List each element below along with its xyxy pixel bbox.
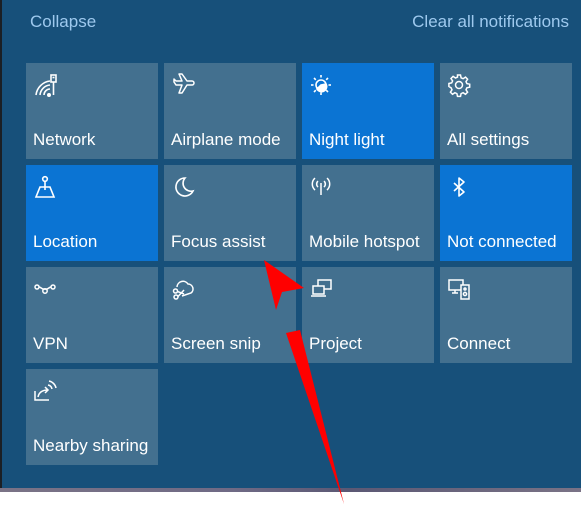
tile-label: Network (33, 130, 96, 149)
hotspot-icon (309, 175, 335, 201)
tile-label: Connect (447, 334, 511, 353)
network-icon (33, 73, 59, 99)
tile-location[interactable]: Location (26, 165, 158, 261)
tile-bluetooth[interactable]: Not connected (440, 165, 572, 261)
location-icon (33, 175, 59, 201)
tile-label: Nearby sharing (33, 436, 149, 455)
bluetooth-icon (447, 175, 473, 201)
tile-focus-assist[interactable]: Focus assist (164, 165, 296, 261)
tile-label: Project (309, 334, 362, 353)
tile-project[interactable]: Project (302, 267, 434, 363)
project-icon (309, 277, 335, 303)
taskbar-edge (0, 488, 581, 492)
tile-label: Screen snip (171, 334, 261, 353)
gear-icon (447, 73, 473, 99)
tile-vpn[interactable]: VPN (26, 267, 158, 363)
tile-screen-snip[interactable]: Screen snip (164, 267, 296, 363)
tile-label: VPN (33, 334, 68, 353)
tile-label: Not connected (447, 232, 557, 251)
clear-all-notifications-link[interactable]: Clear all notifications (412, 12, 569, 32)
nearby-sharing-icon (33, 379, 59, 405)
tile-all-settings[interactable]: All settings (440, 63, 572, 159)
tile-airplane-mode[interactable]: Airplane mode (164, 63, 296, 159)
tile-network[interactable]: Network (26, 63, 158, 159)
connect-icon (447, 277, 473, 303)
tile-nearby-sharing[interactable]: Nearby sharing (26, 369, 158, 465)
night-light-icon (309, 73, 335, 99)
tile-label: Location (33, 232, 98, 251)
tile-mobile-hotspot[interactable]: Mobile hotspot (302, 165, 434, 261)
action-center-panel: Collapse Clear all notifications Network… (0, 0, 581, 488)
tile-label: Focus assist (171, 232, 266, 251)
tile-night-light[interactable]: Night light (302, 63, 434, 159)
tile-label: All settings (447, 130, 530, 149)
moon-icon (171, 175, 197, 201)
collapse-link[interactable]: Collapse (30, 12, 96, 32)
vpn-icon (33, 277, 59, 303)
airplane-icon (171, 73, 197, 99)
tile-label: Night light (309, 130, 385, 149)
screen-snip-icon (171, 277, 197, 303)
tile-connect[interactable]: Connect (440, 267, 572, 363)
tile-label: Mobile hotspot (309, 232, 420, 251)
tile-label: Airplane mode (171, 130, 281, 149)
